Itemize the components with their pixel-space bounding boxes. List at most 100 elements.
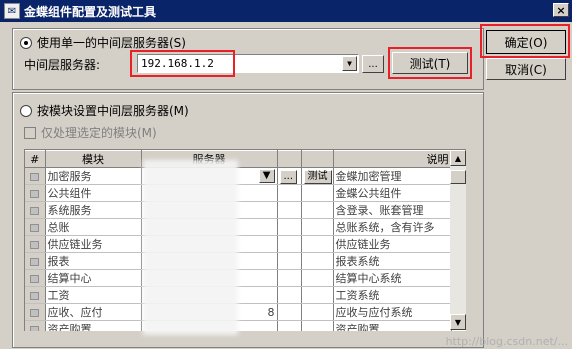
row-marker[interactable] (25, 252, 46, 270)
cell-test[interactable]: 测试 (301, 167, 334, 185)
cell-desc[interactable]: 供应链业务 (333, 235, 452, 253)
row-marker-icon (30, 172, 40, 181)
cell-desc[interactable]: 金蝶公共组件 (333, 184, 452, 202)
cell-desc[interactable]: 结算中心系统 (333, 269, 452, 287)
server-label: 中间层服务器: (24, 58, 101, 72)
radio-unselected-icon (20, 104, 32, 117)
cell-module[interactable]: 结算中心 (45, 269, 142, 287)
cell-test[interactable] (301, 320, 334, 331)
table-row[interactable]: 加密服务 ▼... 测试 金蝶加密管理 (25, 167, 452, 185)
row-marker-icon (30, 189, 40, 198)
cell-module[interactable]: 供应链业务 (45, 235, 142, 253)
cell-desc[interactable]: 应收与应付系统 (333, 303, 452, 321)
header-desc: 说明 (333, 150, 452, 168)
cell-browse[interactable]: ... (277, 167, 302, 185)
row-marker[interactable] (25, 201, 46, 219)
cell-module[interactable]: 总账 (45, 218, 142, 236)
cell-desc[interactable]: 工资系统 (333, 286, 452, 304)
server-combobox[interactable]: 192.168.1.2 ▼ (137, 54, 359, 73)
cell-test[interactable] (301, 218, 334, 236)
cell-browse[interactable] (277, 303, 302, 321)
cell-browse[interactable] (277, 269, 302, 287)
cell-desc[interactable]: 总账系统，含有许多 (333, 218, 452, 236)
row-marker[interactable] (25, 303, 46, 321)
row-marker[interactable] (25, 184, 46, 202)
row-marker-icon (30, 308, 40, 317)
cell-browse[interactable] (277, 218, 302, 236)
scroll-thumb[interactable] (450, 170, 466, 184)
cell-module[interactable]: 报表 (45, 252, 142, 270)
header-blank-1 (277, 150, 302, 168)
close-button[interactable]: × (553, 3, 569, 17)
radio-selected-icon (20, 36, 32, 49)
table-row[interactable]: 系统服务 含登录、账套管理 (25, 201, 452, 219)
row-test-button[interactable]: 测试 (303, 169, 332, 184)
cell-desc[interactable]: 含登录、账套管理 (333, 201, 452, 219)
cell-test[interactable] (301, 235, 334, 253)
cell-browse[interactable] (277, 286, 302, 304)
row-marker[interactable] (25, 269, 46, 287)
module-server-radio[interactable]: 按模块设置中间层服务器(M) (20, 102, 189, 119)
blurred-region (143, 160, 238, 335)
row-marker[interactable] (25, 320, 46, 331)
server-value: 192.168.1.2 (141, 57, 214, 70)
header-module: 模块 (45, 150, 142, 168)
table-row[interactable]: 工资 工资系统 (25, 286, 452, 304)
cell-desc[interactable]: 金蝶加密管理 (333, 167, 452, 185)
cell-test[interactable] (301, 201, 334, 219)
cell-test[interactable] (301, 269, 334, 287)
cell-module[interactable]: 资产购置 (45, 320, 142, 331)
cell-test[interactable] (301, 252, 334, 270)
single-server-radio[interactable]: 使用单一的中间层服务器(S) (20, 34, 186, 51)
cell-browse[interactable] (277, 320, 302, 331)
row-browse-button[interactable]: ... (279, 169, 298, 184)
row-marker[interactable] (25, 286, 46, 304)
table-row[interactable]: 结算中心 结算中心系统 (25, 269, 452, 287)
single-server-label: 使用单一的中间层服务器(S) (37, 36, 186, 50)
row-marker-icon (30, 223, 40, 232)
module-server-label: 按模块设置中间层服务器(M) (37, 104, 189, 118)
test-button[interactable]: 测试(T) (392, 52, 468, 74)
table-row[interactable]: 总账 总账系统，含有许多 (25, 218, 452, 236)
row-marker[interactable] (25, 167, 46, 185)
table-row[interactable]: 供应链业务 供应链业务 (25, 235, 452, 253)
cell-desc[interactable]: 资产购置 (333, 320, 452, 331)
scroll-up-icon[interactable]: ▲ (450, 150, 466, 166)
row-dropdown-icon[interactable]: ▼ (258, 169, 275, 183)
cancel-button[interactable]: 取消(C) (486, 58, 566, 80)
header-blank-2 (301, 150, 334, 168)
cell-test[interactable] (301, 286, 334, 304)
cell-desc[interactable]: 报表系统 (333, 252, 452, 270)
close-icon: × (556, 3, 566, 17)
watermark: http://blog.csdn.net/... (445, 335, 568, 348)
cell-browse[interactable] (277, 201, 302, 219)
cell-module[interactable]: 工资 (45, 286, 142, 304)
table-row[interactable]: 公共组件 金蝶公共组件 (25, 184, 452, 202)
cell-module[interactable]: 应收、应付 (45, 303, 142, 321)
grid-scrollbar[interactable]: ▲ ▼ (450, 150, 466, 330)
table-row[interactable]: 报表 报表系统 (25, 252, 452, 270)
cell-module[interactable]: 公共组件 (45, 184, 142, 202)
cell-module[interactable]: 系统服务 (45, 201, 142, 219)
cell-test[interactable] (301, 303, 334, 321)
row-marker[interactable] (25, 235, 46, 253)
row-marker-icon (30, 291, 40, 300)
cell-browse[interactable] (277, 252, 302, 270)
dropdown-arrow-icon[interactable]: ▼ (342, 56, 357, 71)
cell-test[interactable] (301, 184, 334, 202)
cell-browse[interactable] (277, 184, 302, 202)
title-bar: ✉ 金蝶组件配置及测试工具 × (0, 0, 572, 22)
table-row[interactable]: 资产购置 资产购置 (25, 320, 452, 331)
browse-button[interactable]: ... (362, 55, 384, 73)
ok-button[interactable]: 确定(O) (486, 30, 566, 54)
table-row[interactable]: 应收、应付 8 应收与应付系统 (25, 303, 452, 321)
row-marker-icon (30, 257, 40, 266)
row-marker-icon (30, 240, 40, 249)
selected-only-checkbox[interactable]: 仅处理选定的模块(M) (24, 124, 157, 141)
module-grid[interactable]: # 模块 服务器 说明 加密服务 ▼... 测试金蝶加密管理公共组件 金蝶公共组件系统… (24, 149, 466, 331)
cell-browse[interactable] (277, 235, 302, 253)
cell-module[interactable]: 加密服务 (45, 167, 142, 185)
app-icon: ✉ (4, 3, 20, 19)
row-marker[interactable] (25, 218, 46, 236)
scroll-down-icon[interactable]: ▼ (450, 314, 466, 330)
